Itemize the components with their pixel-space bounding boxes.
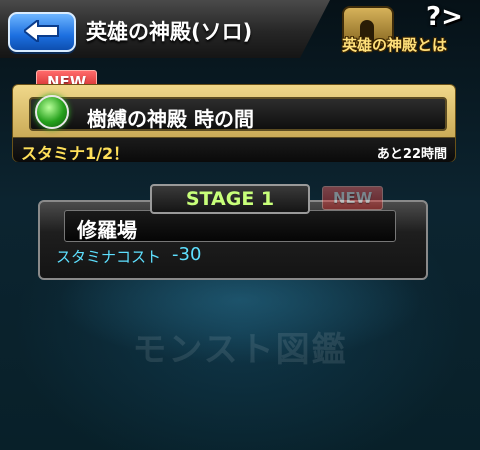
watermark: モンスト図鑑 bbox=[132, 330, 348, 370]
arrow-left-icon bbox=[24, 20, 59, 42]
dungeon-name-bar: 樹縛の神殿 時の間 bbox=[29, 95, 447, 131]
about-temple-label: 英雄の神殿とは bbox=[342, 36, 448, 54]
stage-name-bar: 修羅場 bbox=[64, 210, 396, 242]
stamina-cost-label: スタミナコスト bbox=[56, 248, 162, 266]
page-title: 英雄の神殿(ソロ) bbox=[86, 20, 253, 44]
stage-new-badge: NEW bbox=[322, 186, 384, 210]
about-temple-button[interactable]: ?> 英雄の神殿とは bbox=[338, 2, 478, 56]
stage-tab: STAGE 1 bbox=[150, 184, 310, 214]
header-bar: 英雄の神殿(ソロ) bbox=[0, 0, 330, 58]
stamina-cost-value: -30 bbox=[172, 244, 202, 265]
stamina-strip: スタミナ1/2！ あと22時間 bbox=[13, 137, 455, 163]
back-button[interactable] bbox=[8, 12, 76, 52]
dungeon-panel[interactable]: 樹縛の神殿 時の間 スタミナ1/2！ あと22時間 bbox=[12, 84, 456, 163]
stage-name: 修羅場 bbox=[77, 218, 137, 242]
dungeon-name: 樹縛の神殿 時の間 bbox=[87, 107, 254, 131]
stamina-half-note: スタミナ1/2！ bbox=[21, 144, 130, 163]
wood-element-icon bbox=[35, 95, 69, 129]
question-mark-icon: ?> bbox=[426, 2, 463, 32]
time-remaining: あと22時間 bbox=[376, 147, 447, 162]
